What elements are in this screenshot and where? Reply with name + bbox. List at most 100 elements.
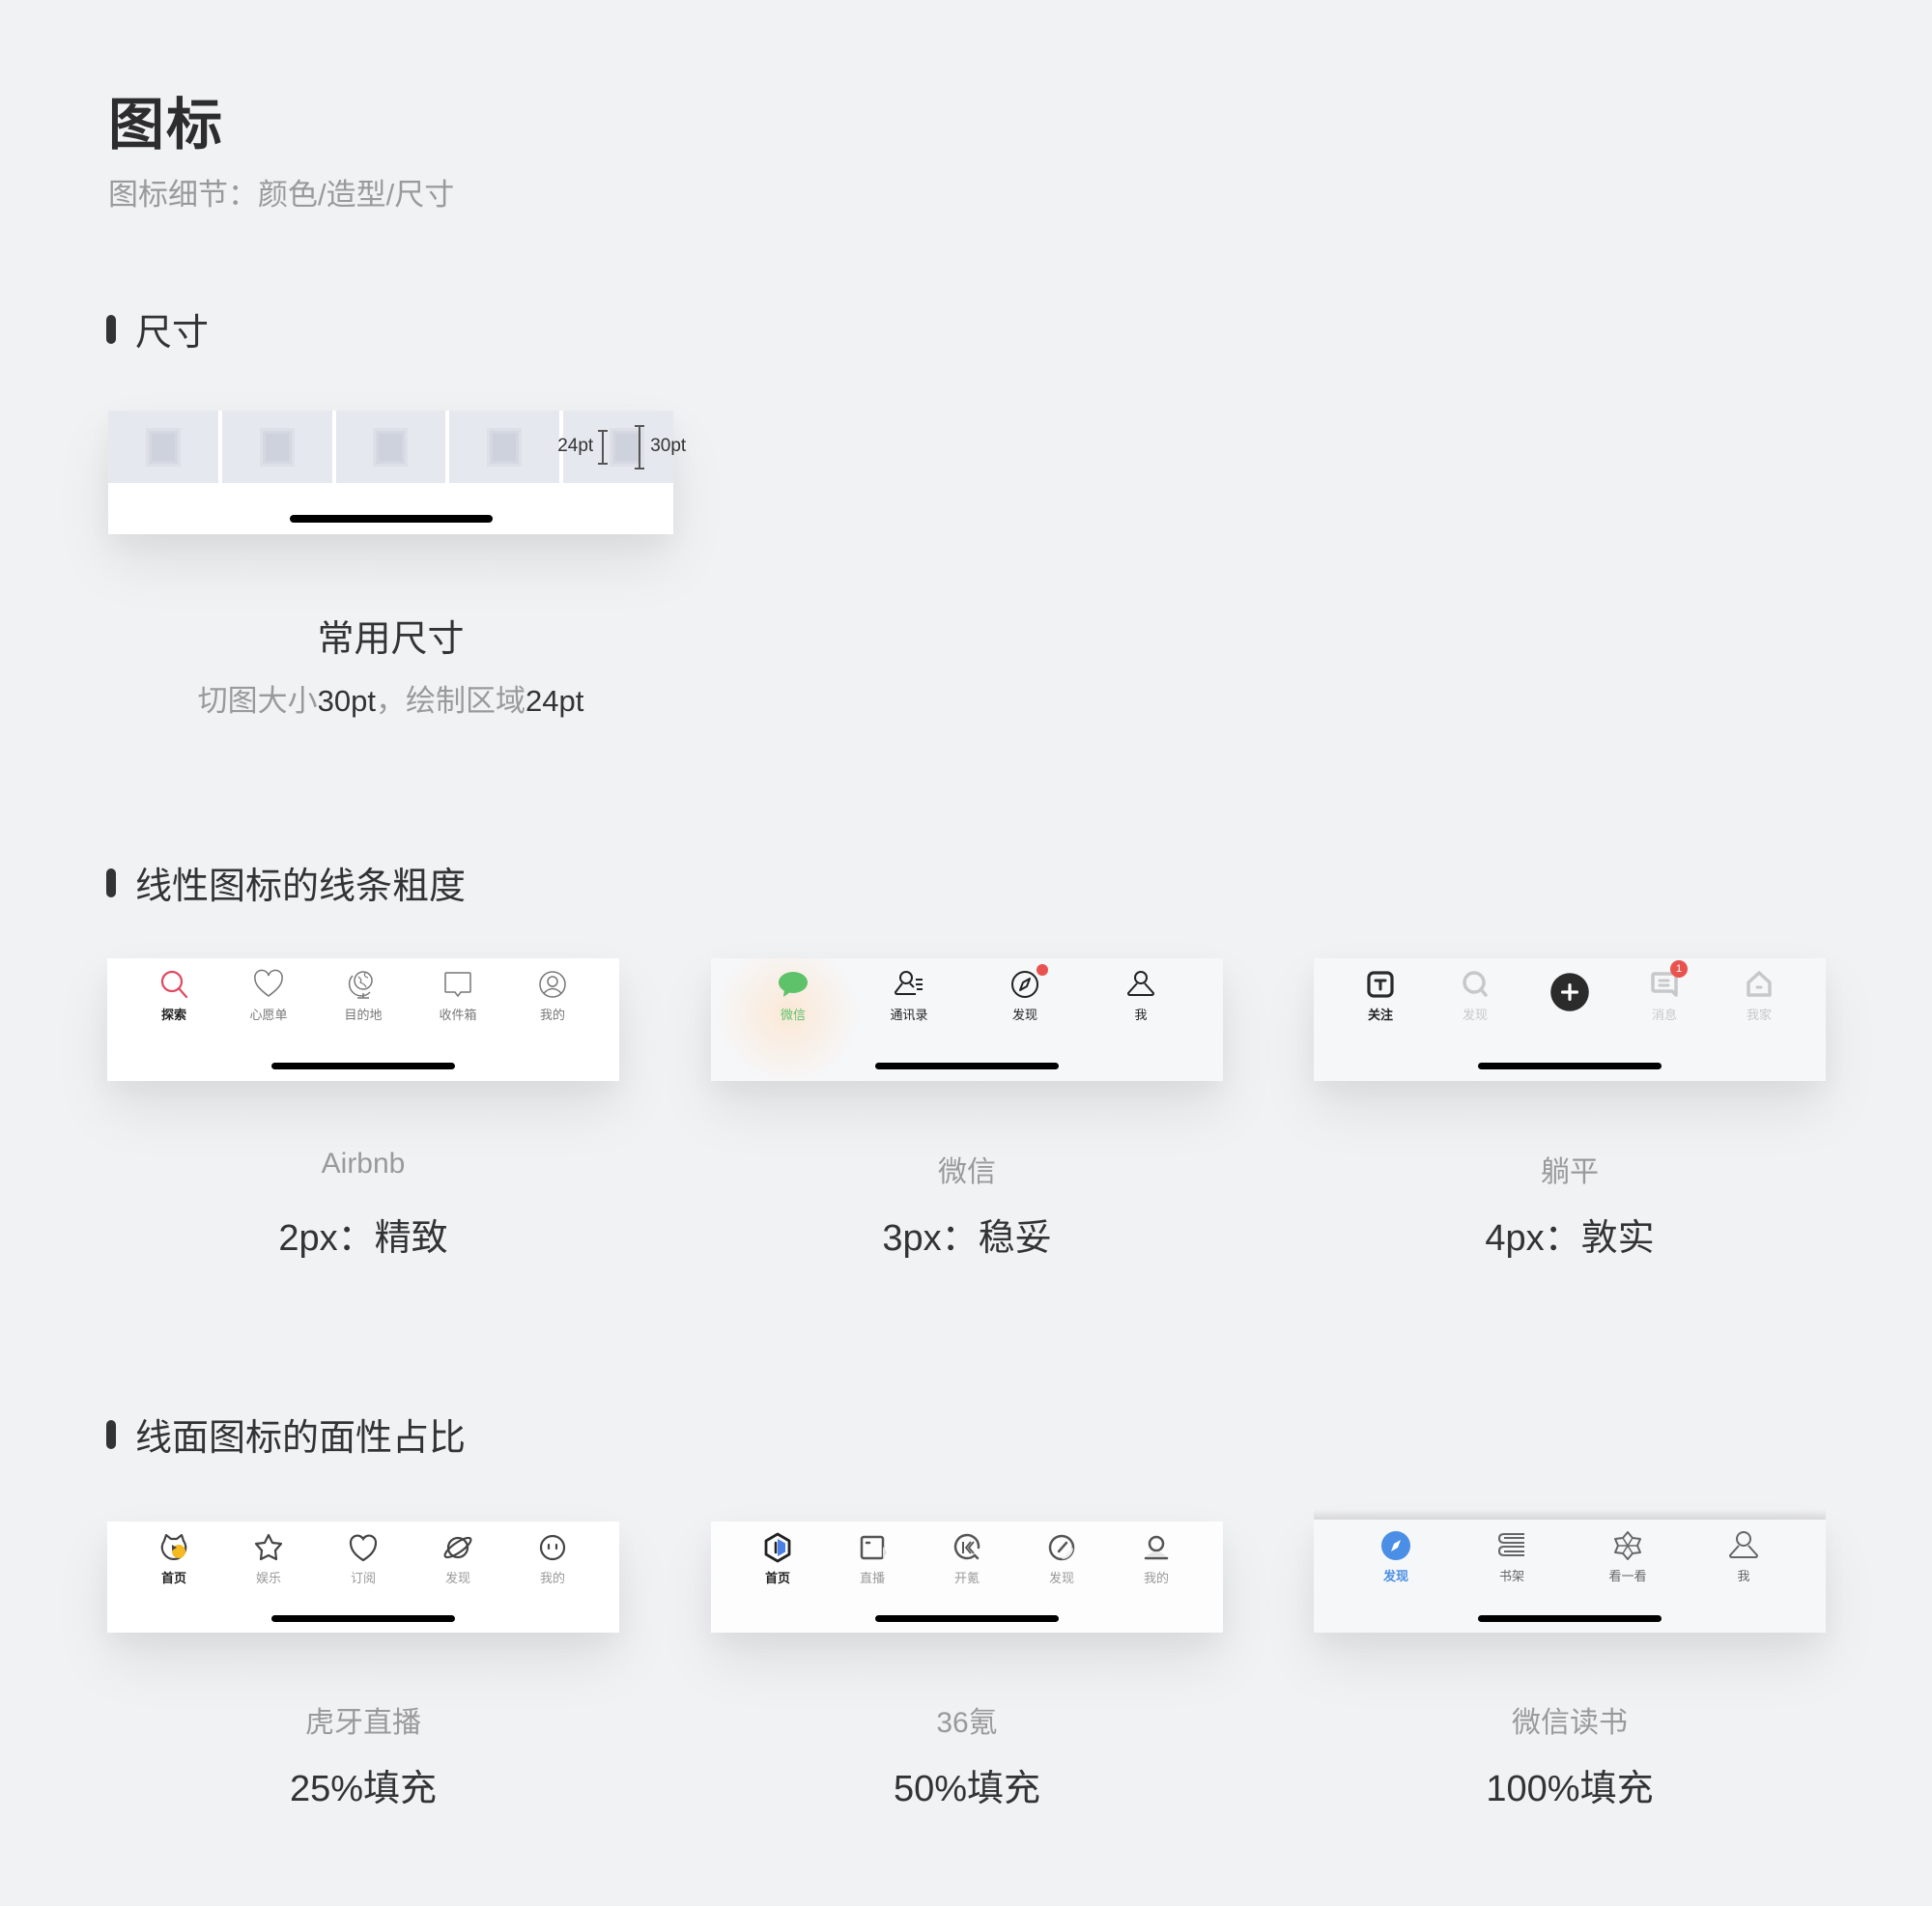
inner-dimension-line <box>598 430 609 465</box>
tab-look[interactable]: 看一看 <box>1589 1520 1666 1597</box>
kr-bubble-icon <box>953 1533 980 1560</box>
tab-kaike[interactable]: 开氪 <box>928 1522 1006 1599</box>
tab-label: 首页 <box>764 1571 790 1585</box>
plus-circle-icon <box>1550 973 1589 1011</box>
tab-me[interactable]: 我 <box>1102 958 1179 1036</box>
hexagram-icon <box>1614 1531 1641 1560</box>
tab-live[interactable]: 直播 <box>834 1522 911 1599</box>
app-name: Airbnb <box>321 1148 406 1180</box>
tab-home[interactable]: 我家 <box>1720 958 1798 1036</box>
tab-label: 发现 <box>1048 1571 1074 1585</box>
hexagon-icon <box>764 1532 791 1563</box>
tab-home[interactable]: 首页 <box>135 1522 213 1599</box>
section-marker <box>106 1419 116 1449</box>
tab-contacts[interactable]: 通讯录 <box>870 958 948 1036</box>
tab-label: 订阅 <box>350 1571 376 1585</box>
tab-wishlist[interactable]: 心愿单 <box>230 958 307 1036</box>
tab-label: 收件箱 <box>439 1008 477 1022</box>
tab-label: 发现 <box>1011 1008 1037 1022</box>
tab-label: 关注 <box>1367 1008 1393 1022</box>
home-indicator <box>289 515 493 523</box>
tab-label: 我的 <box>539 1008 565 1022</box>
section-title: 线性图标的线条粗度 <box>135 867 467 907</box>
tab-follow[interactable]: 关注 <box>1342 958 1419 1036</box>
icon-placeholder <box>145 427 181 467</box>
tab-label: 目的地 <box>344 1008 383 1022</box>
tab-label: 我 <box>1134 1008 1148 1022</box>
icon-slot <box>108 411 218 483</box>
tab-destination[interactable]: 目的地 <box>325 958 402 1036</box>
subtitle-highlight: 30pt <box>317 684 376 718</box>
tab-label: 通讯录 <box>890 1008 928 1022</box>
tab-profile[interactable]: 我的 <box>1118 1522 1195 1599</box>
tab-label: 发现 <box>1462 1008 1488 1022</box>
home-indicator <box>1478 1063 1662 1069</box>
tabbar-card-huya: 首页 娱乐 订阅 发现 我的 <box>107 1522 619 1633</box>
tab-discover[interactable]: 发现 <box>419 1522 497 1599</box>
home-indicator <box>875 1063 1059 1069</box>
tabbar-card-weread: 发现 书架 看一看 我 <box>1314 1520 1826 1633</box>
home-indicator <box>875 1615 1059 1622</box>
chat-bubble-icon <box>779 972 808 997</box>
tab-home[interactable]: 首页 <box>739 1522 816 1599</box>
tabbar-card-wechat: 微信 通讯录 发现 我 <box>711 958 1223 1081</box>
tab-subscribe[interactable]: 订阅 <box>325 1522 402 1599</box>
tab-discover[interactable]: 发现 <box>1023 1522 1100 1599</box>
stroke-caption: 4px：敦实 <box>1485 1218 1655 1259</box>
section-header-fill-ratio: 线面图标的面性占比 <box>106 1408 466 1461</box>
face-icon <box>539 1534 566 1561</box>
page-subtitle: 图标细节：颜色/造型/尺寸 <box>108 178 455 212</box>
icon-slot-measured: 24pt 30pt <box>557 411 686 483</box>
tab-messages[interactable]: 1 消息 <box>1626 958 1703 1036</box>
icon-slot <box>221 411 332 483</box>
tab-entertainment[interactable]: 娱乐 <box>230 1522 307 1599</box>
compass-filled-icon <box>1381 1531 1410 1560</box>
section-title: 线面图标的面性占比 <box>135 1418 467 1459</box>
star-icon <box>254 1533 283 1561</box>
tab-discover[interactable]: 发现 <box>1357 1520 1435 1597</box>
icon-slot-strip: 24pt 30pt <box>108 411 686 483</box>
tab-label: 娱乐 <box>255 1571 281 1585</box>
section-marker <box>106 314 116 344</box>
section-header-line-weight: 线性图标的线条粗度 <box>106 856 466 909</box>
page-title: 图标 <box>108 94 225 156</box>
app-name: 微信读书 <box>1512 1707 1628 1739</box>
app-name: 躺平 <box>1541 1156 1599 1188</box>
section-title: 尺寸 <box>135 313 210 354</box>
tab-explore[interactable]: 探索 <box>135 958 213 1036</box>
home-icon <box>1747 971 1772 997</box>
tab-chats[interactable]: 微信 <box>754 958 832 1036</box>
subtitle-text: 切图大小 <box>197 684 318 718</box>
bookshelf-icon <box>1497 1533 1524 1556</box>
size-card-title: 常用尺寸 <box>317 619 465 660</box>
search-icon <box>1463 971 1488 997</box>
huya-home-icon <box>160 1533 187 1561</box>
tab-discover[interactable]: 发现 <box>986 958 1064 1036</box>
tabbar-card-tangping: 关注 发现 1 消息 我家 <box>1314 958 1826 1081</box>
notification-badge: 1 <box>1670 960 1688 978</box>
size-card-subtitle: 切图大小30pt，绘制区域24pt <box>108 676 673 720</box>
fill-caption: 50%填充 <box>893 1769 1041 1809</box>
notification-dot <box>1037 964 1048 976</box>
tab-label: 心愿单 <box>249 1008 288 1022</box>
tab-inbox[interactable]: 收件箱 <box>419 958 497 1036</box>
tab-profile[interactable]: 我的 <box>514 958 591 1036</box>
tab-label: 发现 <box>1382 1569 1408 1583</box>
user-circle-icon <box>539 971 566 998</box>
app-name: 36氪 <box>936 1707 998 1739</box>
tab-profile[interactable]: 我的 <box>514 1522 591 1599</box>
app-name: 虎牙直播 <box>305 1707 421 1739</box>
home-indicator <box>1478 1615 1662 1622</box>
tab-discover[interactable]: 发现 <box>1436 958 1514 1036</box>
tab-create[interactable] <box>1531 958 1608 1036</box>
tab-label: 直播 <box>859 1571 885 1585</box>
tab-me[interactable]: 我 <box>1705 1520 1782 1597</box>
fill-caption: 100%填充 <box>1486 1769 1654 1809</box>
heart-icon <box>349 1534 378 1562</box>
subtitle-highlight: 24pt <box>526 684 584 718</box>
user-icon <box>1127 971 1154 996</box>
tab-bookshelf[interactable]: 书架 <box>1473 1520 1550 1597</box>
tab-label: 我的 <box>1143 1571 1169 1585</box>
tab-label: 消息 <box>1651 1008 1677 1022</box>
search-icon <box>160 970 188 999</box>
